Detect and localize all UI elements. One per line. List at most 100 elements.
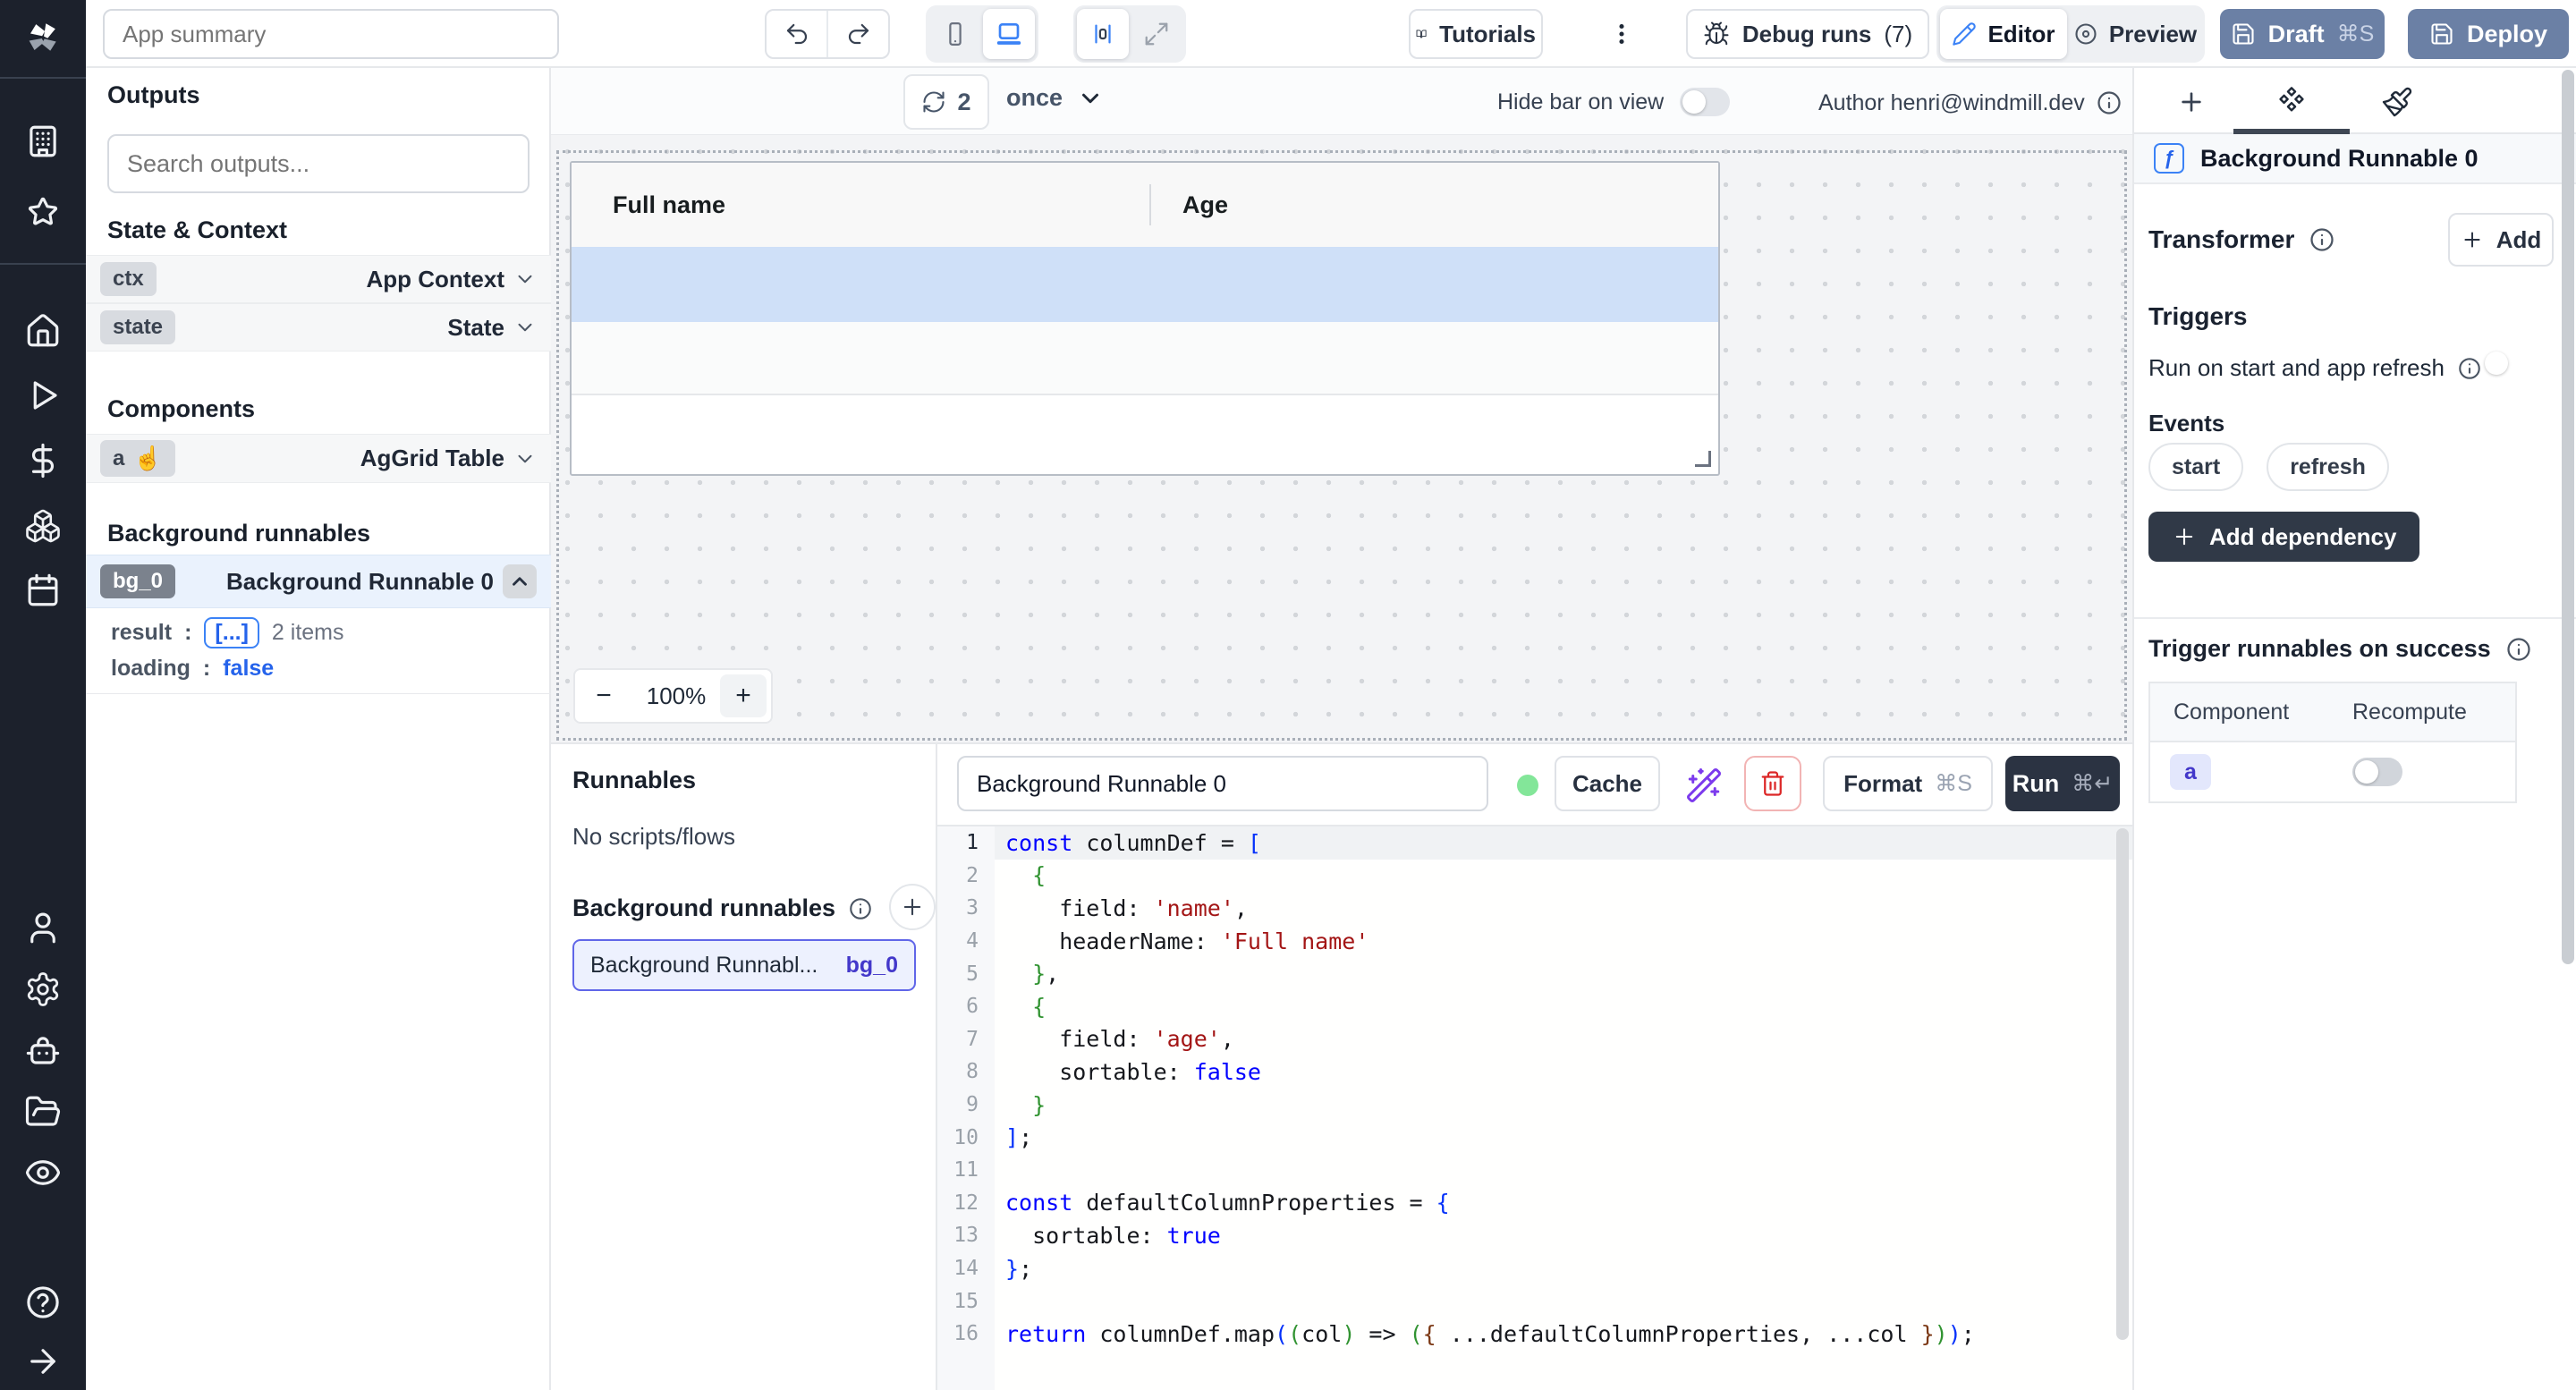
event-chip-start[interactable]: start [2148, 443, 2243, 491]
add-transformer-button[interactable]: Add [2448, 213, 2554, 267]
cache-button[interactable]: Cache [1555, 756, 1660, 811]
aggrid-table-component[interactable]: Full name Age [570, 161, 1720, 476]
recompute-toggle[interactable] [2352, 758, 2402, 786]
output-row-bg0[interactable]: bg_0 Background Runnable 0 [86, 555, 551, 608]
runnable-name-input[interactable] [957, 756, 1488, 811]
tab-editor[interactable]: Editor [1940, 9, 2067, 59]
info-icon[interactable] [848, 896, 873, 921]
favorites-star-icon[interactable] [24, 194, 62, 232]
code-line-8[interactable]: 8 sortable: false [937, 1055, 2132, 1089]
code-line-9[interactable]: 9 } [937, 1089, 2132, 1122]
tutorials-button[interactable]: Tutorials [1409, 9, 1543, 59]
code-line-15[interactable]: 15 [937, 1284, 2132, 1318]
fullscreen-expand-button[interactable] [1131, 9, 1182, 59]
collapse-chevron-up-button[interactable] [503, 564, 537, 598]
code-line-12[interactable]: 12const defaultColumnProperties = { [937, 1187, 2132, 1220]
code-line-5[interactable]: 5 }, [937, 957, 2132, 990]
result-row[interactable]: result : [...] 2 items [111, 617, 344, 648]
eye-icon[interactable] [24, 1154, 62, 1191]
app-summary-input[interactable] [103, 9, 559, 59]
event-chip-refresh[interactable]: refresh [2267, 443, 2389, 491]
folders-icon[interactable] [24, 1093, 62, 1131]
schedules-calendar-icon[interactable] [24, 572, 62, 609]
debug-runs-button[interactable]: Debug runs (7) [1686, 9, 1929, 59]
home-icon[interactable] [24, 312, 62, 350]
code-line-4[interactable]: 4 headerName: 'Full name' [937, 925, 2132, 958]
panel-scrollbar[interactable] [2562, 70, 2574, 964]
code-line-10[interactable]: 10]; [937, 1121, 2132, 1154]
chevron-down-icon[interactable] [513, 267, 537, 291]
code-line-3[interactable]: 3 field: 'name', [937, 892, 2132, 925]
output-row-component-a[interactable]: a☝ AgGrid Table [86, 434, 551, 483]
center-content-button[interactable] [1077, 9, 1129, 59]
code-line-1[interactable]: 1const columnDef = [ [937, 826, 2132, 860]
tab-styling-brush-icon[interactable] [2381, 86, 2413, 118]
code-line-16[interactable]: 16return columnDef.map((col) => ({ ...de… [937, 1318, 2132, 1351]
undo-button[interactable] [767, 11, 828, 57]
refresh-all-button[interactable]: 2 [903, 74, 989, 130]
code-line-13[interactable]: 13 sortable: true [937, 1219, 2132, 1252]
info-icon[interactable] [2457, 356, 2482, 381]
runs-play-icon[interactable] [24, 377, 62, 414]
collapse-arrow-icon[interactable] [24, 1343, 62, 1380]
redo-button[interactable] [828, 11, 888, 57]
info-icon[interactable] [2505, 636, 2532, 663]
info-icon[interactable] [2096, 89, 2123, 116]
column-separator[interactable] [1149, 184, 1151, 225]
hide-bar-toggle[interactable] [1680, 88, 1730, 116]
zoom-out-button[interactable]: − [575, 681, 632, 711]
app-canvas[interactable]: 2 once Hide bar on view Author henri@win… [551, 68, 2132, 742]
tab-insert-plus-icon[interactable] [2177, 88, 2206, 116]
zoom-in-button[interactable]: + [720, 674, 767, 717]
mobile-view-button[interactable] [929, 9, 981, 59]
editor-scrollbar[interactable] [2116, 828, 2129, 1340]
add-dependency-button[interactable]: Add dependency [2148, 512, 2419, 562]
code-area[interactable]: 1const columnDef = [2 {3 field: 'name',4… [937, 826, 2132, 1390]
output-row-ctx[interactable]: ctx App Context [86, 255, 551, 303]
draft-button[interactable]: Draft ⌘S [2220, 9, 2385, 59]
aggrid-col-age[interactable]: Age [1182, 191, 1228, 219]
code-line-11[interactable]: 11 [937, 1154, 2132, 1187]
tab-settings-diamonds-icon[interactable] [2275, 86, 2308, 118]
loading-value: false [223, 656, 274, 682]
search-outputs-input[interactable] [107, 134, 530, 193]
help-icon[interactable] [24, 1284, 62, 1321]
code-line-14[interactable]: 14}; [937, 1252, 2132, 1285]
aggrid-row[interactable] [572, 322, 1718, 395]
tab-preview[interactable]: Preview [2069, 9, 2201, 59]
divider [2134, 617, 2576, 619]
output-row-state[interactable]: state State [86, 303, 551, 352]
canvas-zoom-control: − 100% + [573, 668, 773, 724]
more-options-kebab-icon[interactable] [1606, 16, 1637, 52]
info-icon[interactable] [2309, 226, 2335, 253]
aggrid-col-fullname[interactable]: Full name [613, 191, 725, 219]
desktop-view-button[interactable] [983, 9, 1035, 59]
resize-handle-icon[interactable] [1695, 451, 1711, 467]
col-recompute: Recompute [2352, 699, 2467, 725]
windmill-logo-icon[interactable] [24, 19, 62, 56]
code-line-7[interactable]: 7 field: 'age', [937, 1023, 2132, 1056]
delete-runnable-button[interactable] [1744, 756, 1801, 811]
deploy-button[interactable]: Deploy [2408, 9, 2569, 59]
format-button[interactable]: Format ⌘S [1823, 756, 1993, 811]
chevron-down-icon[interactable] [513, 316, 537, 339]
run-button[interactable]: Run ⌘↵ [2005, 756, 2120, 811]
ai-wand-icon[interactable] [1685, 767, 1723, 804]
user-icon[interactable] [24, 909, 62, 946]
code-line-2[interactable]: 2 { [937, 860, 2132, 893]
resources-boxes-icon[interactable] [24, 507, 62, 545]
chevron-down-icon[interactable] [513, 447, 537, 470]
code-line-6[interactable]: 6 { [937, 990, 2132, 1023]
result-expand-badge[interactable]: [...] [204, 617, 259, 648]
aggrid-row-selected[interactable] [572, 247, 1718, 322]
code-text [995, 1154, 2132, 1187]
component-a-chip[interactable]: a [2170, 754, 2211, 790]
variables-dollar-icon[interactable] [24, 442, 62, 479]
ai-bot-icon[interactable] [24, 1031, 62, 1069]
settings-gear-icon[interactable] [24, 970, 62, 1008]
workspace-icon[interactable] [24, 123, 62, 160]
debug-runs-count: (7) [1884, 21, 1912, 48]
add-background-runnable-button[interactable] [889, 884, 936, 930]
background-runnable-item[interactable]: Background Runnabl... bg_0 [572, 939, 916, 991]
refresh-frequency-dropdown[interactable]: once [1006, 84, 1104, 112]
